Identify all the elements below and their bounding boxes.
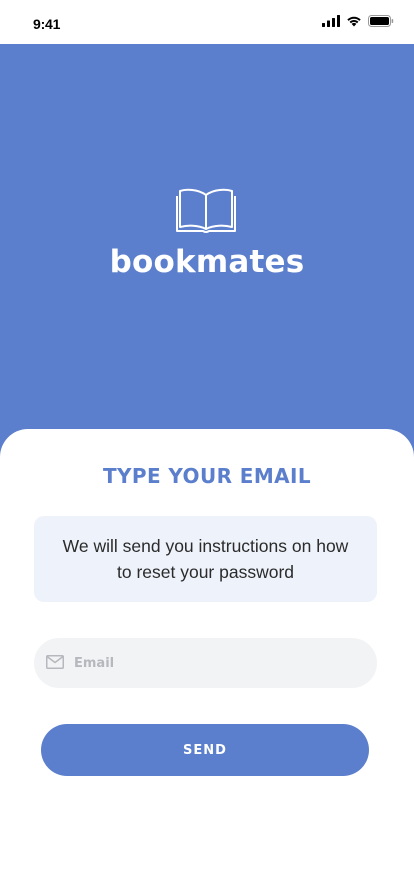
email-field[interactable] — [34, 638, 377, 688]
hero-banner: bookmates — [0, 44, 414, 464]
status-bar: 9:41 — [0, 0, 414, 44]
page-title: TYPE YOUR EMAIL — [102, 464, 311, 488]
open-book-icon — [176, 188, 236, 233]
status-icons — [322, 15, 394, 27]
send-button[interactable]: SEND — [41, 724, 369, 776]
send-button-label: SEND — [183, 742, 227, 758]
battery-icon — [368, 15, 394, 27]
brand-name: bookmates — [109, 244, 305, 280]
cellular-signal-icon — [322, 15, 340, 27]
reset-password-sheet: TYPE YOUR EMAIL We will send you instruc… — [0, 429, 414, 896]
status-time: 9:41 — [33, 16, 61, 32]
info-text: We will send you instructions on how to … — [62, 536, 349, 582]
mail-icon — [46, 655, 64, 669]
wifi-icon — [347, 16, 361, 27]
email-input[interactable] — [74, 638, 364, 688]
info-box: We will send you instructions on how to … — [34, 516, 377, 602]
